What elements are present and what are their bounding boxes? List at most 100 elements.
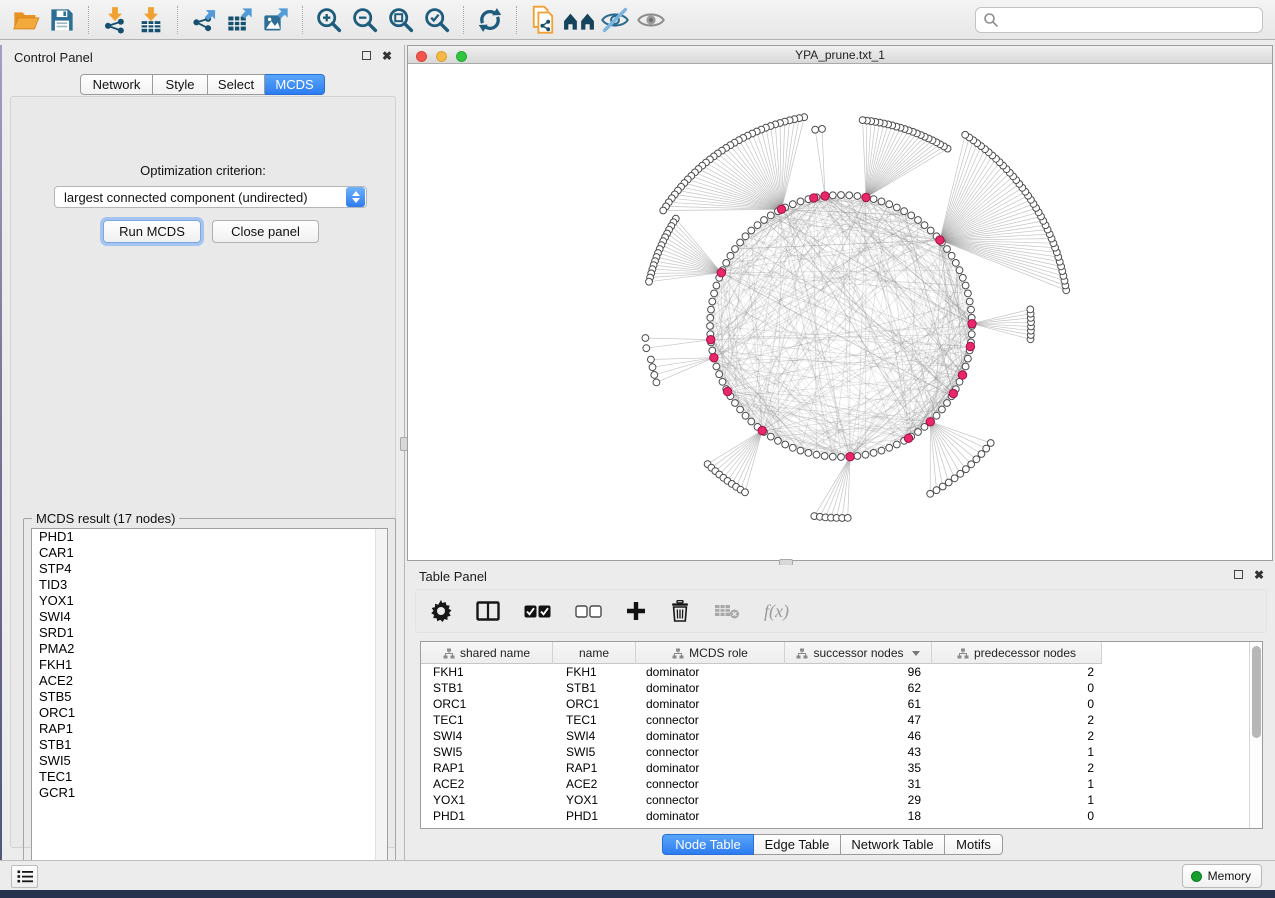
cell-MCDS-role[interactable]: dominator [636,728,785,744]
hide-selected-icon[interactable] [597,5,633,35]
export-image-icon[interactable] [258,5,294,35]
table-scrollbar-thumb[interactable] [1252,646,1261,738]
table-row[interactable]: ACE2ACE2connector311 [421,776,1249,792]
table-row[interactable]: SWI5SWI5connector431 [421,744,1249,760]
tab-mcds[interactable]: MCDS [265,74,325,95]
status-menu-button[interactable] [11,865,38,888]
tab-network-table[interactable]: Network Table [841,834,945,855]
mcds-result-item[interactable]: SWI4 [32,609,387,625]
mcds-result-item[interactable]: TEC1 [32,769,387,785]
mcds-result-item[interactable]: GCR1 [32,785,387,801]
mcds-result-item[interactable]: ACE2 [32,673,387,689]
tab-style[interactable]: Style [153,74,208,95]
mcds-result-item[interactable]: ORC1 [32,705,387,721]
table-row[interactable]: FKH1FKH1dominator962 [421,664,1249,680]
column-header-MCDS-role[interactable]: MCDS role [636,642,785,664]
mcds-result-item[interactable]: SRD1 [32,625,387,641]
cell-shared-name[interactable]: RAP1 [421,760,553,776]
cell-name[interactable]: ORC1 [553,696,636,712]
mcds-result-item[interactable]: TID3 [32,577,387,593]
list-scrollbar[interactable] [375,529,387,875]
column-header-predecessor-nodes[interactable]: predecessor nodes [932,642,1102,664]
mcds-result-list[interactable]: PHD1CAR1STP4TID3YOX1SWI4SRD1PMA2FKH1ACE2… [31,528,388,876]
table-row[interactable]: RAP1RAP1dominator352 [421,760,1249,776]
tab-network[interactable]: Network [80,74,153,95]
criterion-select[interactable]: largest connected component (undirected) [54,186,367,208]
cell-shared-name[interactable]: ORC1 [421,696,553,712]
cell-shared-name[interactable]: TEC1 [421,712,553,728]
refresh-icon[interactable] [472,5,508,35]
cell-predecessor-nodes[interactable]: 1 [932,744,1102,760]
cell-successor-nodes[interactable]: 96 [785,664,932,680]
table-row[interactable]: YOX1YOX1connector291 [421,792,1249,808]
cell-predecessor-nodes[interactable]: 2 [932,712,1102,728]
cell-predecessor-nodes[interactable]: 0 [932,808,1102,824]
open-file-icon[interactable] [8,5,44,35]
cell-name[interactable]: RAP1 [553,760,636,776]
zoom-in-icon[interactable] [311,5,347,35]
import-table-icon[interactable] [133,5,169,35]
network-graph[interactable] [408,64,1272,560]
cell-name[interactable]: PHD1 [553,808,636,824]
export-table-icon[interactable] [222,5,258,35]
search-input[interactable] [999,10,1262,30]
table-row[interactable]: SWI4SWI4dominator462 [421,728,1249,744]
cell-name[interactable]: TEC1 [553,712,636,728]
cell-predecessor-nodes[interactable]: 1 [932,776,1102,792]
table-settings-gear-icon[interactable] [430,600,452,622]
cell-MCDS-role[interactable]: connector [636,792,785,808]
cell-shared-name[interactable]: PHD1 [421,808,553,824]
memory-button[interactable]: Memory [1182,864,1262,888]
search-field[interactable] [975,7,1263,33]
zoom-out-icon[interactable] [347,5,383,35]
tab-motifs[interactable]: Motifs [945,834,1003,855]
cell-shared-name[interactable]: YOX1 [421,792,553,808]
cell-MCDS-role[interactable]: dominator [636,696,785,712]
cell-name[interactable]: YOX1 [553,792,636,808]
deselect-all-checkboxes-icon[interactable] [575,605,602,618]
export-network-icon[interactable] [186,5,222,35]
cell-MCDS-role[interactable]: connector [636,744,785,760]
column-header-successor-nodes[interactable]: successor nodes [785,642,932,664]
cell-shared-name[interactable]: FKH1 [421,664,553,680]
zoom-selected-icon[interactable] [419,5,455,35]
float-panel-icon[interactable] [362,51,373,62]
cell-name[interactable]: SWI4 [553,728,636,744]
clone-network-icon[interactable] [525,5,561,35]
cell-name[interactable]: FKH1 [553,664,636,680]
tab-node-table[interactable]: Node Table [662,834,754,855]
vertical-splitter[interactable] [404,45,405,860]
cell-successor-nodes[interactable]: 46 [785,728,932,744]
show-all-icon[interactable] [633,5,669,35]
close-panel-icon[interactable]: ✖ [382,51,393,62]
mcds-result-item[interactable]: PHD1 [32,529,387,545]
import-network-icon[interactable] [97,5,133,35]
cell-predecessor-nodes[interactable]: 0 [932,696,1102,712]
cell-MCDS-role[interactable]: dominator [636,808,785,824]
cell-shared-name[interactable]: STB1 [421,680,553,696]
select-all-checkboxes-icon[interactable] [524,605,551,618]
cell-successor-nodes[interactable]: 47 [785,712,932,728]
cell-name[interactable]: SWI5 [553,744,636,760]
mcds-result-item[interactable]: STB5 [32,689,387,705]
cell-MCDS-role[interactable]: dominator [636,664,785,680]
cell-name[interactable]: STB1 [553,680,636,696]
cell-shared-name[interactable]: ACE2 [421,776,553,792]
table-row[interactable]: PHD1PHD1dominator180 [421,808,1249,824]
mcds-result-item[interactable]: FKH1 [32,657,387,673]
cell-predecessor-nodes[interactable]: 2 [932,728,1102,744]
column-header-shared-name[interactable]: shared name [421,642,553,664]
delete-column-trash-icon[interactable] [670,600,690,622]
cell-shared-name[interactable]: SWI4 [421,728,553,744]
cell-successor-nodes[interactable]: 62 [785,680,932,696]
close-panel-button[interactable]: Close panel [212,220,319,243]
cell-MCDS-role[interactable]: connector [636,776,785,792]
column-layout-icon[interactable] [476,601,500,621]
table-row[interactable]: TEC1TEC1connector472 [421,712,1249,728]
save-session-icon[interactable] [44,5,80,35]
cell-shared-name[interactable]: SWI5 [421,744,553,760]
cell-name[interactable]: ACE2 [553,776,636,792]
mcds-result-item[interactable]: SWI5 [32,753,387,769]
first-neighbors-icon[interactable] [561,5,597,35]
cell-successor-nodes[interactable]: 31 [785,776,932,792]
